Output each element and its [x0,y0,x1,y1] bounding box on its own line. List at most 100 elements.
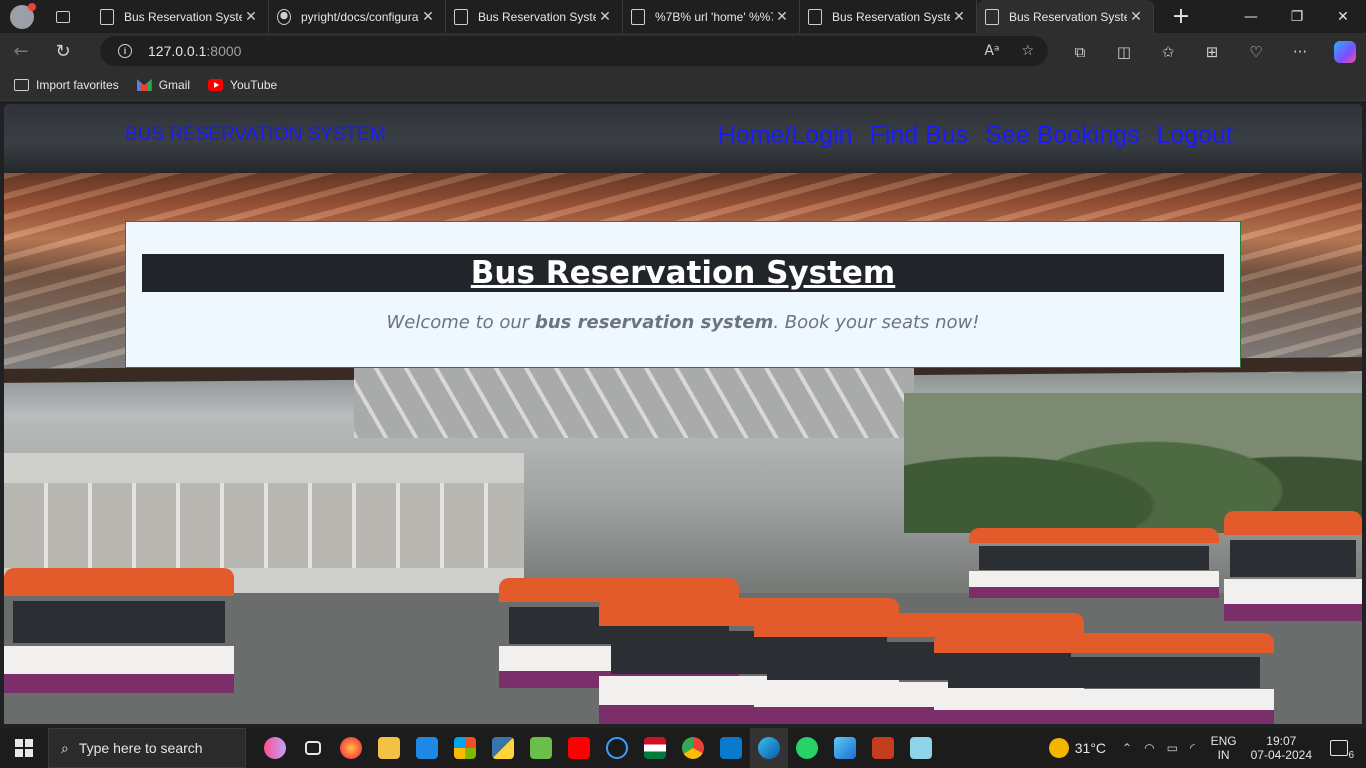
tab-actions-icon[interactable] [56,10,70,23]
chrome-icon[interactable] [674,728,712,768]
nav-find-bus[interactable]: Find Bus [870,121,969,150]
page-icon [808,8,822,25]
close-tab-icon[interactable]: ✕ [596,8,614,25]
whatsapp-icon[interactable] [788,728,826,768]
address-bar[interactable]: i 127.0.0.1:8000 Aᵃ ☆ [100,36,1048,66]
vscode-icon[interactable] [712,728,750,768]
more-menu-icon[interactable]: ··· [1278,43,1322,61]
welcome-card: Bus Reservation System Welcome to our bu… [125,221,1241,368]
mail-icon[interactable] [408,728,446,768]
bus-station-background-image: Bus Reservation System Welcome to our bu… [4,173,1362,724]
network-icon[interactable]: ◠ [1144,741,1154,755]
tab-title: pyright/docs/configuration [301,9,419,24]
minimize-icon[interactable]: — [1228,0,1274,33]
performance-icon[interactable]: ♡ [1234,43,1278,61]
nav-see-bookings[interactable]: See Bookings [985,121,1139,150]
wifi-icon[interactable]: ◜ [1190,741,1195,755]
site-brand-link[interactable]: BUS RESERVATION SYSTEM [125,124,386,146]
region-code: IN [1217,748,1230,762]
bookmark-import-favorites[interactable]: Import favorites [14,78,119,92]
notifications-icon[interactable]: 6 [1326,737,1356,761]
bus-graphic [1224,511,1362,621]
bookmark-gmail[interactable]: Gmail [136,78,191,92]
nav-logout[interactable]: Logout [1157,121,1233,150]
extensions-icon[interactable]: ⧉ [1058,43,1102,61]
browser-tab[interactable]: Bus Reservation System ✕ [800,0,977,33]
github-icon [277,8,291,25]
tab-title: %7B% url 'home' %%7D [655,9,773,24]
browser-tab[interactable]: Bus Reservation System ✕ [446,0,623,33]
browser-tab[interactable]: Bus Reservation System ✕ [92,0,269,33]
clock[interactable]: 19:07 07-04-2024 [1251,734,1312,762]
window-controls: — ❐ ✕ [1228,0,1366,33]
bus-graphic [4,568,234,693]
welcome-text: Welcome to our bus reservation system. B… [386,312,980,333]
powerpoint-icon[interactable] [864,728,902,768]
refresh-icon[interactable]: ↻ [42,33,84,70]
temperature-text: 31°C [1074,740,1107,756]
read-aloud-icon[interactable]: Aᵃ [984,43,999,59]
show-hidden-icons-chevron-icon[interactable]: ⌃ [1122,741,1132,755]
close-tab-icon[interactable]: ✕ [419,8,437,25]
close-window-icon[interactable]: ✕ [1320,0,1366,33]
page-icon [631,8,645,25]
time-text: 19:07 [1266,734,1297,748]
browser-tab[interactable]: pyright/docs/configuration ✕ [269,0,446,33]
back-icon[interactable]: ← [0,33,42,70]
tab-title: Bus Reservation System [478,9,596,24]
windows-logo-icon [15,739,33,757]
tab-title: Bus Reservation System [1009,9,1127,24]
collections-icon[interactable]: ⊞ [1190,43,1234,61]
nav-home-login[interactable]: Home/Login [718,121,853,150]
url-text: 127.0.0.1:8000 [148,43,242,59]
favorites-icon[interactable]: ✩ [1146,43,1190,61]
python-icon[interactable] [484,728,522,768]
site-info-icon[interactable]: i [118,44,132,58]
windows-taskbar: ⌕ Type here to search 31°C ⌃ ◠ ▭ ◜ ENG I… [0,728,1366,768]
copilot-icon[interactable] [1334,40,1356,63]
favorite-star-icon[interactable]: ☆ [1021,43,1034,59]
notepad-icon[interactable] [902,728,940,768]
browser-tab-active[interactable]: Bus Reservation System ✕ [977,0,1154,33]
browser-tab[interactable]: %7B% url 'home' %%7D ✕ [623,0,800,33]
excel-chart-icon[interactable] [522,728,560,768]
bookmark-label: Gmail [158,78,191,92]
page-icon [454,8,468,25]
language-code: ENG [1210,734,1237,748]
tab-title: Bus Reservation System [124,9,242,24]
profile-avatar[interactable] [10,2,36,29]
close-tab-icon[interactable]: ✕ [242,8,260,25]
site-navbar: BUS RESERVATION SYSTEM Home/Login Find B… [4,104,1362,173]
restore-icon[interactable]: ❐ [1274,0,1320,33]
date-text: 07-04-2024 [1250,748,1312,762]
microsoft-store-icon[interactable] [446,728,484,768]
close-tab-icon[interactable]: ✕ [950,8,968,25]
task-view-icon[interactable] [294,728,332,768]
battery-icon[interactable]: ▭ [1167,741,1178,755]
file-explorer-icon[interactable] [370,728,408,768]
start-button[interactable] [0,728,48,768]
split-screen-icon[interactable]: ◫ [1102,43,1146,61]
site-nav-links: Home/Login Find Bus See Bookings Logout [718,121,1233,150]
page-title: Bus Reservation System [142,254,1224,292]
input-language[interactable]: ENG IN [1211,734,1237,762]
notification-count: 6 [1348,750,1354,761]
close-tab-icon[interactable]: ✕ [773,8,791,25]
firefox-icon[interactable] [332,728,370,768]
bookmark-label: YouTube [230,78,278,92]
close-tab-icon[interactable]: ✕ [1127,8,1145,25]
taskbar-search[interactable]: ⌕ Type here to search [48,728,246,768]
new-tab-button[interactable]: + [1166,4,1196,29]
flag-app-icon[interactable] [636,728,674,768]
youtube-icon [208,79,224,91]
pinned-apps [256,728,940,768]
youtube-app-icon[interactable] [560,728,598,768]
search-highlight-icon[interactable] [256,728,294,768]
bookmark-youtube[interactable]: YouTube [208,78,277,92]
photos-icon[interactable] [826,728,864,768]
weather-widget[interactable]: 31°C [1048,738,1107,758]
page-viewport: BUS RESERVATION SYSTEM Home/Login Find B… [4,104,1362,724]
browser-tools: ⧉ ◫ ✩ ⊞ ♡ ··· [1058,33,1356,70]
edge-icon[interactable] [750,728,788,768]
webex-icon[interactable] [598,728,636,768]
